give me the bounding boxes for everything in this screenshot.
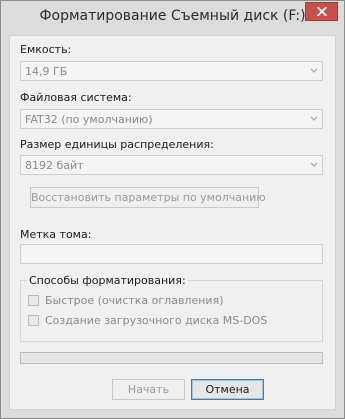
close-button[interactable] — [305, 2, 338, 21]
cancel-button[interactable]: Отмена — [191, 379, 264, 400]
start-button[interactable]: Начать — [112, 379, 185, 400]
allocation-label: Размер единицы распределения: — [20, 138, 214, 151]
quick-format-label: Быстрое (очистка оглавления) — [45, 294, 224, 307]
format-options-title: Способы форматирования: — [27, 274, 188, 287]
filesystem-value: FAT32 (по умолчанию) — [25, 113, 153, 126]
allocation-value: 8192 байт — [25, 159, 84, 172]
chevron-down-icon — [310, 68, 318, 73]
format-options-group: Способы форматирования: Быстрое (очистка… — [20, 274, 323, 342]
chevron-down-icon — [310, 162, 318, 167]
capacity-label: Емкость: — [20, 43, 72, 56]
volume-label-label: Метка тома: — [20, 228, 92, 241]
filesystem-label: Файловая система: — [20, 91, 132, 104]
filesystem-select[interactable]: FAT32 (по умолчанию) — [20, 109, 323, 129]
title-bar[interactable]: Форматирование Съемный диск (F:) — [1, 1, 344, 35]
capacity-select[interactable]: 14,9 ГБ — [20, 61, 323, 81]
msdos-boot-checkbox[interactable] — [28, 315, 39, 326]
capacity-value: 14,9 ГБ — [25, 65, 68, 78]
allocation-select[interactable]: 8192 байт — [20, 155, 323, 175]
restore-defaults-button[interactable]: Восстановить параметры по умолчанию — [30, 187, 266, 208]
close-icon — [317, 7, 327, 16]
window-title: Форматирование Съемный диск (F:) — [39, 8, 306, 24]
chevron-down-icon — [310, 116, 318, 121]
quick-format-checkbox[interactable] — [28, 295, 39, 306]
dialog-body: Емкость: 14,9 ГБ Файловая система: FAT32… — [9, 35, 336, 410]
format-dialog: Форматирование Съемный диск (F:) Емкость… — [0, 0, 345, 419]
progress-bar — [20, 352, 323, 364]
volume-label-input[interactable] — [20, 244, 323, 264]
msdos-boot-label: Создание загрузочного диска MS-DOS — [45, 314, 268, 327]
